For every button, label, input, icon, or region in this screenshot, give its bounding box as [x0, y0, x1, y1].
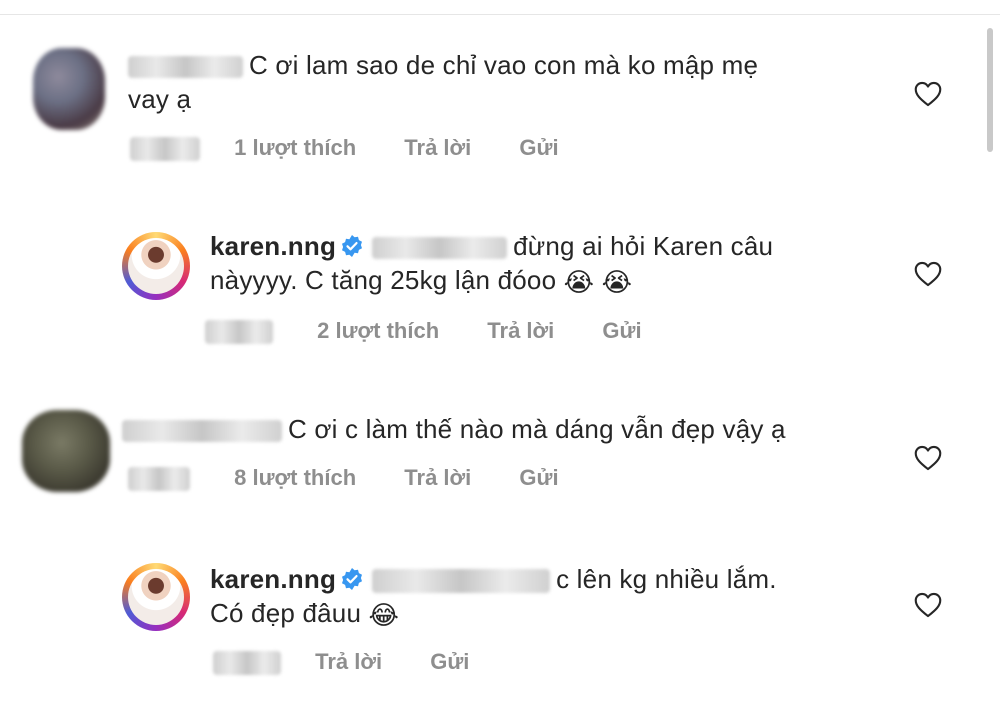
- comment-meta: 8 lượt thích Trả lời Gửi: [128, 465, 601, 492]
- send-button[interactable]: Gửi: [519, 465, 558, 490]
- heart-outline-icon[interactable]: [914, 261, 942, 287]
- redacted-timestamp: [205, 320, 273, 345]
- likes-count[interactable]: 8 lượt thích: [234, 465, 356, 490]
- redacted-timestamp: [128, 467, 190, 492]
- username[interactable]: karen.nng: [210, 564, 336, 594]
- comment-body: C ơi lam sao de chỉ vao con mà ko mập mẹ…: [128, 48, 888, 116]
- send-button[interactable]: Gửi: [602, 318, 641, 343]
- heart-outline-icon[interactable]: [914, 445, 942, 471]
- reply-button[interactable]: Trả lời: [404, 135, 471, 160]
- heart-outline-icon[interactable]: [914, 81, 942, 107]
- comment-body: karen.nng c lên kg nhiều lắm. Có đẹp đâuu…: [210, 562, 870, 632]
- comment-meta: 2 lượt thích Trả lời Gửi: [205, 318, 684, 345]
- top-divider: [0, 0, 1000, 15]
- comment-text-line1: c lên kg nhiều lắm.: [556, 564, 777, 594]
- avatar-photo: [128, 238, 184, 294]
- redacted-timestamp: [130, 137, 200, 162]
- scrollbar[interactable]: [987, 28, 993, 152]
- comment-body: C ơi c làm thế nào mà dáng vẫn đẹp vậy ạ: [122, 412, 892, 446]
- verified-badge-icon: [342, 235, 363, 257]
- redacted-mention[interactable]: [372, 237, 508, 260]
- comment-text-line2: Có đẹp đâuu: [210, 598, 362, 628]
- avatar-karen[interactable]: [122, 232, 190, 300]
- username[interactable]: karen.nng: [210, 231, 336, 261]
- reply-button[interactable]: Trả lời: [487, 318, 554, 343]
- comment-text-line1: đừng ai hỏi Karen câu: [513, 231, 774, 261]
- send-button[interactable]: Gửi: [519, 135, 558, 160]
- comment-text-line2: nàyyyy. C tăng 25kg lận đóoo: [210, 265, 557, 295]
- avatar-karen[interactable]: [122, 563, 190, 631]
- emoji: 😭 😭: [563, 267, 633, 297]
- redacted-username[interactable]: [122, 420, 282, 443]
- comment-text-line1: C ơi lam sao de chỉ vao con mà ko mập mẹ: [249, 50, 759, 80]
- avatar[interactable]: [22, 410, 110, 492]
- emoji: 😂: [368, 600, 400, 630]
- comment-text-line2: vay ạ: [128, 84, 192, 114]
- redacted-timestamp: [213, 651, 281, 676]
- likes-count[interactable]: 1 lượt thích: [234, 135, 356, 160]
- comment-text-line1: C ơi c làm thế nào mà dáng vẫn đẹp vậy ạ: [288, 414, 786, 444]
- avatar[interactable]: [33, 48, 105, 130]
- redacted-username[interactable]: [128, 56, 243, 79]
- comment-meta: Trả lời Gửi: [213, 649, 511, 676]
- comment-body: karen.nng đừng ai hỏi Karen câu nàyyyy. C…: [210, 229, 870, 299]
- avatar-photo: [128, 569, 184, 625]
- verified-badge-icon: [342, 568, 363, 590]
- heart-outline-icon[interactable]: [914, 592, 942, 618]
- reply-button[interactable]: Trả lời: [315, 649, 382, 674]
- likes-count[interactable]: 2 lượt thích: [317, 318, 439, 343]
- reply-button[interactable]: Trả lời: [404, 465, 471, 490]
- send-button[interactable]: Gửi: [430, 649, 469, 674]
- redacted-mention[interactable]: [372, 569, 551, 594]
- comment-meta: 1 lượt thích Trả lời Gửi: [130, 135, 601, 162]
